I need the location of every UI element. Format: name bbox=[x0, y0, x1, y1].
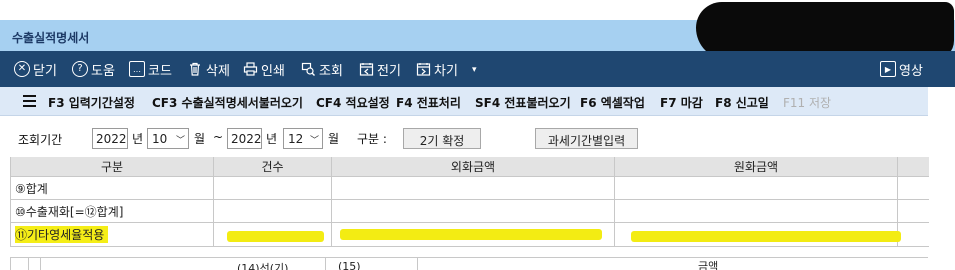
search-icon bbox=[300, 61, 316, 77]
summary-table: 구분 건수 외화금액 원화금액 ⑨합계 ⑩수출재화[=⑫합계] ⑪기타영세율적용 bbox=[10, 157, 929, 247]
to-month-value: 12 bbox=[288, 132, 304, 146]
delete-label: 삭제 bbox=[206, 63, 230, 79]
foreign-amount-cell[interactable] bbox=[332, 177, 615, 199]
from-year-unit: 년 bbox=[132, 132, 144, 146]
count-cell[interactable] bbox=[214, 223, 332, 246]
help-label: 도움 bbox=[91, 63, 115, 79]
print-button[interactable]: 인쇄 bbox=[242, 51, 285, 87]
to-year-field[interactable]: 2022 bbox=[227, 128, 262, 149]
table-row: ⑪기타영세율적용 bbox=[11, 223, 929, 247]
search-button[interactable]: 조회 bbox=[300, 51, 343, 87]
code-label: 코드 bbox=[148, 63, 172, 79]
prev-period-label: 전기 bbox=[377, 63, 401, 79]
column-header-count: 건수 bbox=[214, 157, 332, 176]
toolbar-more-dropdown-icon[interactable]: ▾ bbox=[472, 65, 477, 75]
highlighted-label: ⑪기타영세율적용 bbox=[15, 226, 109, 243]
sf4-load-voucher-button[interactable]: SF4 전표불러오기 bbox=[475, 94, 571, 111]
menu-icon[interactable] bbox=[23, 95, 36, 110]
detail-col-check bbox=[11, 258, 29, 270]
division-value-box[interactable]: 2기 확정 bbox=[403, 128, 481, 149]
f3-input-period-button[interactable]: F3 입력기간설정 bbox=[48, 94, 135, 111]
to-year-unit: 년 bbox=[266, 132, 278, 146]
delete-button[interactable]: 삭제 bbox=[187, 51, 230, 87]
search-filter-row: 조회기간 2022 년 10 ﹀ 월 ~ 2022 년 12 ﹀ 월 구분 : … bbox=[0, 117, 928, 157]
row-label-export-goods: ⑩수출재화[=⑫합계] bbox=[11, 200, 214, 222]
close-label: 닫기 bbox=[33, 63, 57, 79]
range-separator: ~ bbox=[213, 130, 224, 144]
print-label: 인쇄 bbox=[261, 63, 285, 79]
detail-header-ship: (14)선(기) bbox=[237, 262, 289, 270]
tax-period-input-button[interactable]: 과세기간별입력 bbox=[535, 128, 638, 149]
table-header-row: 구분 건수 외화금액 원화금액 bbox=[11, 157, 929, 177]
calendar-prev-icon bbox=[358, 61, 374, 77]
row-label-total: ⑨합계 bbox=[11, 177, 214, 199]
code-button[interactable]: … 코드 bbox=[129, 51, 172, 87]
video-label: 영상 bbox=[899, 63, 923, 79]
table-row: ⑨합계 bbox=[11, 177, 929, 200]
cf4-summary-setting-button[interactable]: CF4 적요설정 bbox=[316, 94, 390, 111]
detail-col-no bbox=[29, 258, 41, 270]
won-amount-cell[interactable] bbox=[615, 200, 898, 222]
film-icon: ▶ bbox=[880, 61, 896, 77]
chevron-down-icon: ﹀ bbox=[309, 136, 319, 146]
help-button[interactable]: ? 도움 bbox=[72, 51, 115, 87]
table-row: ⑩수출재화[=⑫합계] bbox=[11, 200, 929, 223]
column-header-foreign-amount: 외화금액 bbox=[332, 157, 615, 176]
video-button[interactable]: ▶ 영상 bbox=[880, 51, 923, 87]
prev-period-button[interactable]: 전기 bbox=[358, 51, 401, 87]
from-month-value: 10 bbox=[152, 132, 168, 146]
help-icon: ? bbox=[72, 61, 88, 77]
f4-voucher-process-button[interactable]: F4 전표처리 bbox=[396, 94, 461, 111]
function-key-bar: F3 입력기간설정 CF3 수출실적명세서불러오기 CF4 적요설정 F4 전표… bbox=[0, 87, 928, 116]
highlight-mark bbox=[631, 231, 901, 242]
column-header-won-amount: 원화금액 bbox=[615, 157, 898, 176]
calendar-next-icon bbox=[415, 61, 431, 77]
next-period-button[interactable]: 차기 bbox=[415, 51, 458, 87]
won-amount-cell[interactable] bbox=[615, 177, 898, 199]
next-period-label: 차기 bbox=[434, 63, 458, 79]
detail-table-header: (14)선(기) (15) 금액 bbox=[10, 257, 928, 270]
column-header-division: 구분 bbox=[11, 157, 214, 176]
detail-col-amount: 금액 bbox=[418, 258, 928, 270]
from-year-field[interactable]: 2022 bbox=[92, 128, 128, 149]
detail-header-15: (15) bbox=[338, 260, 361, 270]
to-month-unit: 월 bbox=[328, 132, 340, 146]
close-icon: ✕ bbox=[14, 61, 30, 77]
won-amount-cell[interactable] bbox=[615, 223, 901, 246]
trash-icon bbox=[187, 61, 203, 77]
period-label: 조회기간 bbox=[18, 133, 63, 147]
detail-col-15: (15) bbox=[326, 258, 418, 270]
printer-icon bbox=[242, 61, 258, 77]
search-label: 조회 bbox=[319, 63, 343, 79]
detail-col-ship: (14)선(기) bbox=[41, 258, 326, 270]
foreign-amount-cell[interactable] bbox=[332, 223, 615, 246]
f6-excel-button[interactable]: F6 엑셀작업 bbox=[580, 94, 645, 111]
highlight-mark bbox=[340, 229, 602, 240]
cf3-load-export-button[interactable]: CF3 수출실적명세서불러오기 bbox=[152, 94, 303, 111]
from-month-unit: 월 bbox=[194, 132, 206, 146]
count-cell[interactable] bbox=[214, 200, 332, 222]
division-label: 구분 : bbox=[357, 132, 387, 146]
f8-report-date-button[interactable]: F8 신고일 bbox=[715, 94, 769, 111]
detail-header-amount: 금액 bbox=[698, 260, 719, 270]
close-button[interactable]: ✕ 닫기 bbox=[14, 51, 57, 87]
count-cell[interactable] bbox=[214, 177, 332, 199]
highlight-mark bbox=[227, 231, 324, 242]
code-icon: … bbox=[129, 61, 145, 77]
f11-save-button[interactable]: F11 저장 bbox=[783, 94, 831, 111]
row-label-other-zero-rate: ⑪기타영세율적용 bbox=[11, 223, 214, 246]
window-title: 수출실적명세서 bbox=[12, 31, 90, 45]
chevron-down-icon: ﹀ bbox=[175, 136, 185, 146]
from-month-select[interactable]: 10 ﹀ bbox=[147, 128, 189, 149]
foreign-amount-cell[interactable] bbox=[332, 200, 615, 222]
to-month-select[interactable]: 12 ﹀ bbox=[283, 128, 323, 149]
main-toolbar: ✕ 닫기 ? 도움 … 코드 삭제 인쇄 조회 전기 차기 ▾ ▶ 영상 bbox=[0, 51, 955, 87]
column-header-spare bbox=[898, 157, 929, 176]
f7-close-button[interactable]: F7 마감 bbox=[660, 94, 703, 111]
